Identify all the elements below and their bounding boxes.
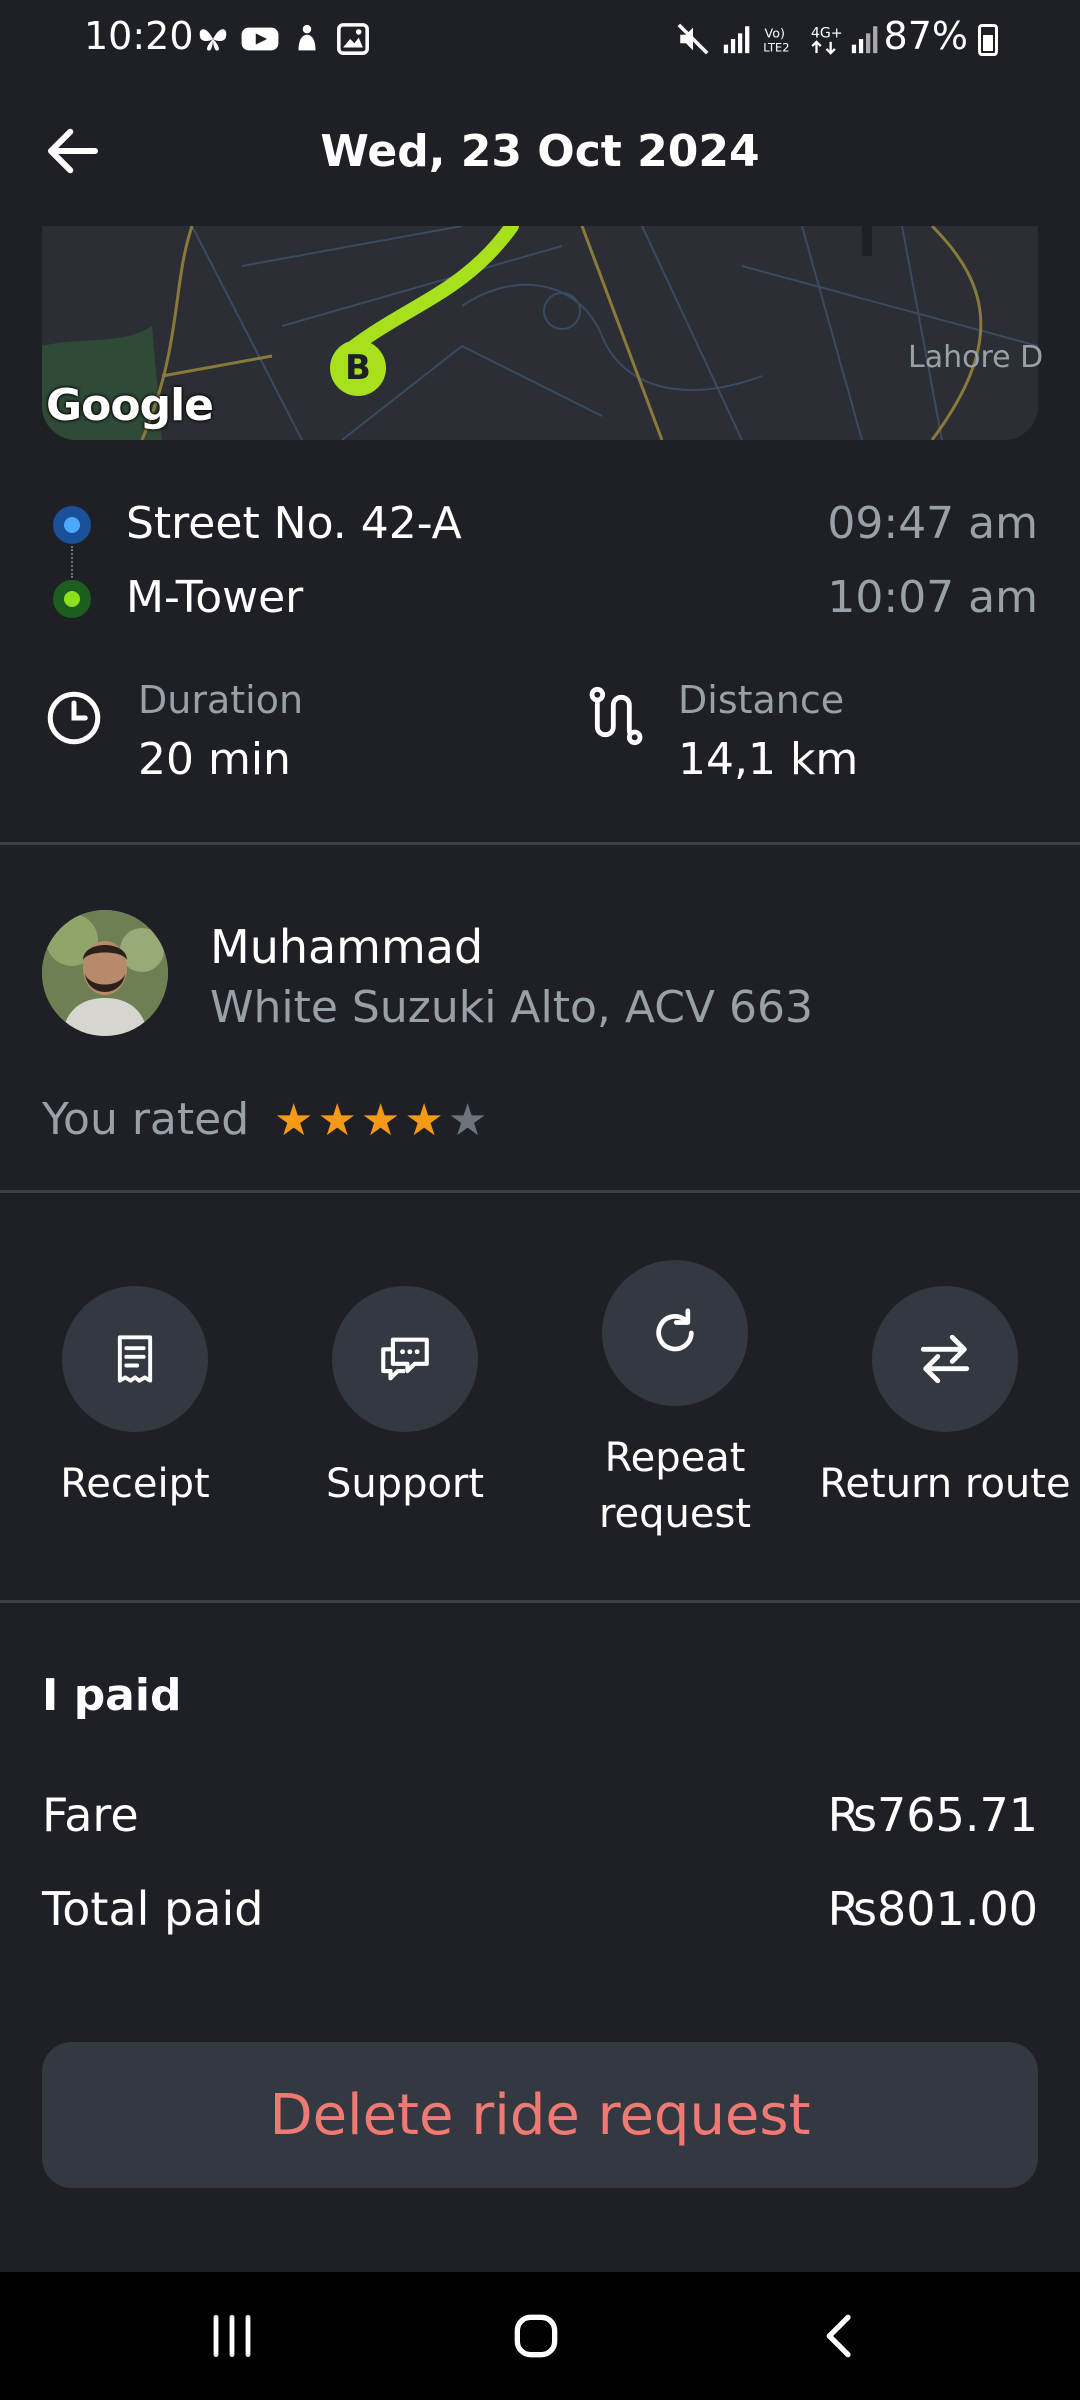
receipt-icon bbox=[117, 1335, 153, 1383]
total-paid-label: Total paid bbox=[42, 1882, 264, 1936]
receipt-button[interactable]: Receipt bbox=[15, 1286, 255, 1512]
pickup-address: Street No. 42-A bbox=[126, 498, 462, 549]
driver-name: Muhammad bbox=[210, 920, 484, 974]
volte-icon: Vo)LTE2 bbox=[763, 26, 789, 55]
repeat-request-button-circle[interactable] bbox=[602, 1260, 748, 1406]
chat-icon bbox=[381, 1337, 429, 1381]
star-filled-icon: ★ bbox=[317, 1095, 357, 1146]
delete-ride-request-button[interactable]: Delete ride request bbox=[42, 2042, 1038, 2188]
pickup-dot-icon bbox=[53, 506, 91, 544]
notification-icon bbox=[298, 24, 316, 51]
star-filled-icon: ★ bbox=[404, 1095, 444, 1146]
rating-label: You rated bbox=[42, 1094, 250, 1145]
support-button[interactable]: Support bbox=[285, 1286, 525, 1512]
duration-label: Duration bbox=[138, 678, 304, 722]
route-icon bbox=[589, 686, 643, 746]
dropoff-time: 10:07 am bbox=[827, 572, 1038, 623]
swap-arrows-icon bbox=[920, 1334, 970, 1384]
battery-icon bbox=[978, 24, 998, 56]
status-bar: 10:20 Vo) LTE2 4G+ 87% bbox=[0, 0, 1080, 76]
repeat-request-button[interactable]: Repeat request bbox=[555, 1260, 795, 1542]
system-nav-bar bbox=[0, 2272, 1080, 2400]
google-logo: Google bbox=[46, 380, 214, 431]
return-route-button[interactable]: Return route bbox=[819, 1286, 1071, 1512]
driver-avatar bbox=[42, 910, 168, 1036]
map-marker-b: B bbox=[330, 340, 386, 396]
status-time: 10:20 bbox=[84, 14, 194, 58]
star-empty-icon: ★ bbox=[447, 1095, 488, 1146]
distance-label: Distance bbox=[678, 678, 845, 722]
page-title: Wed, 23 Oct 2024 bbox=[320, 126, 760, 177]
svg-text:4G+: 4G+ bbox=[811, 26, 842, 42]
divider bbox=[0, 1600, 1080, 1603]
divider bbox=[0, 1190, 1080, 1193]
fare-value: ₨765.71 bbox=[827, 1788, 1038, 1842]
route-connector bbox=[71, 546, 73, 578]
gallery-icon bbox=[337, 23, 369, 55]
duration-value: 20 min bbox=[138, 734, 291, 785]
star-filled-icon: ★ bbox=[274, 1095, 314, 1146]
svg-text:LTE2: LTE2 bbox=[763, 41, 789, 55]
4g-icon: 4G+ bbox=[811, 26, 842, 55]
support-label: Support bbox=[325, 1461, 485, 1507]
map-place-label: Lahore D bbox=[908, 340, 1044, 375]
dropoff-dot-icon bbox=[53, 580, 91, 618]
rating-stars: ★ ★ ★ ★ ★ bbox=[274, 1096, 487, 1146]
repeat-request-label: Repeat request bbox=[598, 1435, 752, 1537]
recent-apps-icon[interactable] bbox=[200, 2304, 264, 2368]
star-filled-icon: ★ bbox=[360, 1095, 401, 1146]
clock-icon bbox=[47, 691, 101, 745]
driver-vehicle: White Suzuki Alto, ACV 663 bbox=[210, 982, 814, 1033]
pickup-time: 09:47 am bbox=[827, 498, 1038, 549]
signal-icon bbox=[851, 26, 878, 54]
return-route-button-circle[interactable] bbox=[872, 1286, 1018, 1432]
butterfly-icon bbox=[199, 29, 227, 51]
distance-value: 14,1 km bbox=[678, 734, 859, 785]
total-paid-value: ₨801.00 bbox=[827, 1882, 1038, 1936]
support-button-circle[interactable] bbox=[332, 1286, 478, 1432]
youtube-icon bbox=[241, 27, 279, 51]
mute-icon bbox=[677, 23, 709, 55]
divider bbox=[0, 842, 1080, 845]
payment-title: I paid bbox=[42, 1670, 182, 1721]
fare-label: Fare bbox=[42, 1788, 139, 1842]
svg-text:Vo): Vo) bbox=[765, 26, 785, 41]
receipt-label: Receipt bbox=[60, 1461, 210, 1507]
dropoff-address: M-Tower bbox=[126, 572, 304, 623]
signal-icon bbox=[723, 26, 750, 54]
return-route-label: Return route bbox=[819, 1461, 1071, 1507]
home-icon[interactable] bbox=[504, 2304, 568, 2368]
receipt-button-circle[interactable] bbox=[62, 1286, 208, 1432]
refresh-icon bbox=[656, 1308, 694, 1352]
battery-level: 87% bbox=[883, 14, 968, 58]
back-nav-icon[interactable] bbox=[808, 2304, 872, 2368]
